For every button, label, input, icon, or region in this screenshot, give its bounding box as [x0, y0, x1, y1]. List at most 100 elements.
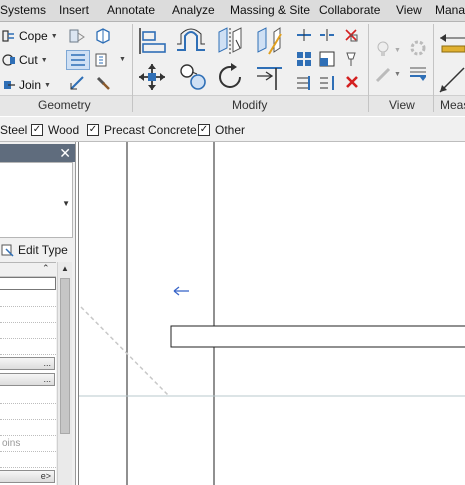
menu-collaborate[interactable]: Collaborate — [319, 3, 380, 17]
edit-type-button[interactable]: Edit Type — [0, 238, 75, 262]
measure-between-icon[interactable] — [438, 30, 465, 54]
filter-wood-label: Wood — [48, 122, 80, 137]
menu-systems[interactable]: Systems — [0, 3, 46, 17]
wall-join-icon[interactable] — [68, 27, 86, 45]
hide-bulb-icon[interactable] — [374, 40, 392, 58]
trim-multiple-icon[interactable] — [295, 74, 313, 92]
scale-icon[interactable] — [318, 50, 336, 68]
properties-grid: ... ... oins e> — [0, 262, 56, 485]
properties-row[interactable]: oins — [0, 437, 56, 452]
trim-extend-icon[interactable] — [254, 62, 286, 92]
mirror-pick-axis-icon[interactable] — [216, 26, 244, 56]
extend-multiple-icon[interactable] — [318, 74, 336, 92]
drawing-canvas[interactable] — [78, 142, 465, 485]
split-gap-icon[interactable] — [318, 27, 336, 43]
cut-dropdown-icon[interactable]: ▼ — [41, 57, 48, 64]
scrollbar-thumb[interactable] — [60, 278, 70, 434]
properties-row-faint-text: oins — [2, 438, 21, 449]
scroll-up-icon[interactable]: ▲ — [58, 262, 72, 276]
properties-edit-button-label: e> — [40, 471, 51, 481]
cut-button[interactable]: Cut ▼ — [2, 51, 48, 69]
menu-bar: Systems Insert Annotate Analyze Massing … — [0, 0, 465, 22]
join-button[interactable]: Join ▼ — [2, 76, 51, 94]
filter-steel[interactable]: Steel — [0, 122, 27, 137]
measure-along-icon[interactable] — [438, 66, 465, 94]
modify-panel-label: Modify — [232, 98, 268, 112]
filter-lines-icon[interactable] — [408, 64, 428, 82]
join-icon — [4, 81, 15, 89]
filter-wood[interactable]: ✓ Wood — [31, 122, 79, 137]
properties-row[interactable] — [0, 421, 56, 436]
linework-icon[interactable] — [374, 66, 392, 84]
properties-row[interactable] — [0, 324, 56, 339]
align-icon[interactable] — [137, 26, 167, 56]
panel-divider — [368, 24, 369, 112]
demolish-hammer-icon[interactable] — [94, 74, 112, 92]
beam-element — [170, 325, 465, 348]
measure-panel-label: Meas — [440, 98, 465, 112]
arrow-left-icon — [173, 286, 189, 296]
paint-icon[interactable] — [94, 51, 116, 69]
filter-wood-checkbox[interactable]: ✓ — [31, 123, 43, 136]
linework-dropdown-icon[interactable]: ▼ — [394, 71, 401, 78]
hide-dropdown-icon[interactable]: ▼ — [394, 47, 401, 54]
cope-button[interactable]: Cope ▼ — [2, 27, 58, 45]
menu-annotate[interactable]: Annotate — [107, 3, 155, 17]
panel-divider — [132, 24, 133, 112]
menu-insert[interactable]: Insert — [59, 3, 89, 17]
properties-browse-button[interactable]: ... — [0, 357, 55, 370]
properties-edit-button[interactable]: e> — [0, 470, 55, 483]
geometry-panel-label: Geometry — [38, 98, 91, 112]
properties-row[interactable] — [0, 453, 56, 468]
properties-scrollbar[interactable]: ▲ — [57, 262, 72, 485]
palette-title-bar: ✕ — [0, 144, 75, 162]
panel-divider — [433, 24, 434, 112]
properties-row[interactable] — [0, 389, 56, 404]
array-icon[interactable] — [295, 50, 313, 68]
menu-view[interactable]: View — [396, 3, 422, 17]
filter-precast-label: Precast Concrete — [104, 122, 197, 137]
cope-dropdown-icon[interactable]: ▼ — [51, 33, 58, 40]
filter-precast-checkbox[interactable]: ✓ — [87, 123, 99, 136]
rotate-icon[interactable] — [216, 62, 246, 92]
offset-icon[interactable] — [175, 26, 207, 56]
wall-profile-icon[interactable] — [68, 74, 86, 92]
properties-browse-button[interactable]: ... — [0, 373, 55, 386]
paint-dropdown-icon[interactable]: ▼ — [119, 56, 126, 63]
close-icon[interactable]: ✕ — [59, 144, 71, 162]
properties-palette: ✕ ▼ Edit Type ... ... oins e> ⌃ ▲ — [0, 142, 76, 485]
move-icon[interactable] — [137, 62, 167, 92]
edit-type-icon — [1, 244, 14, 257]
pin-icon[interactable] — [342, 50, 360, 68]
override-graphics-icon[interactable] — [408, 38, 428, 58]
properties-row[interactable] — [0, 292, 56, 307]
filter-steel-label: Steel — [0, 122, 28, 137]
collapse-icon[interactable]: ⌃ — [42, 263, 50, 274]
diagonal-reference-line — [80, 306, 170, 397]
cut-label: Cut — [19, 53, 38, 67]
properties-row[interactable] — [0, 277, 56, 290]
delete-icon[interactable] — [344, 74, 360, 90]
properties-row[interactable] — [0, 405, 56, 420]
filter-other[interactable]: ✓ Other — [198, 122, 245, 137]
menu-analyze[interactable]: Analyze — [172, 3, 215, 17]
filter-other-label: Other — [215, 122, 246, 137]
properties-row[interactable] — [0, 308, 56, 323]
menu-massing-site[interactable]: Massing & Site — [230, 3, 310, 17]
copy-icon[interactable] — [178, 62, 208, 92]
mirror-draw-axis-icon[interactable] — [255, 26, 285, 56]
unpin-icon[interactable] — [342, 26, 360, 44]
menu-manage[interactable]: Manag — [435, 3, 465, 17]
edit-type-label: Edit Type — [18, 243, 68, 257]
split-element-icon[interactable] — [295, 27, 313, 43]
properties-row[interactable] — [0, 340, 56, 355]
filter-other-checkbox[interactable]: ✓ — [198, 123, 210, 136]
align-toggle-icon[interactable] — [66, 50, 90, 70]
split-face-icon[interactable] — [94, 27, 112, 45]
join-dropdown-icon[interactable]: ▼ — [44, 82, 51, 89]
type-selector[interactable]: ▼ — [0, 162, 73, 238]
cope-icon — [2, 30, 14, 42]
chevron-down-icon[interactable]: ▼ — [62, 199, 70, 208]
filter-precast-concrete[interactable]: ✓ Precast Concrete — [87, 122, 197, 137]
selection-filter-bar: Steel ✓ Wood ✓ Precast Concrete ✓ Other — [0, 117, 465, 142]
